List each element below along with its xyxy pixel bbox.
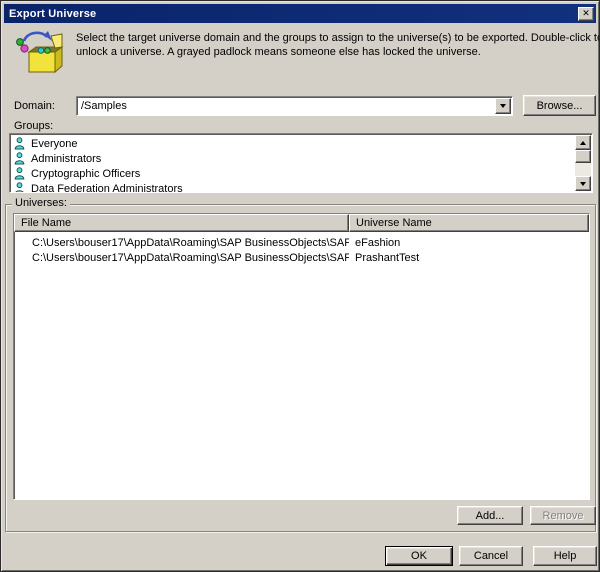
group-item-administrators[interactable]: Administrators — [10, 151, 592, 166]
browse-button[interactable]: Browse... — [523, 95, 596, 116]
universe-name: eFashion — [349, 237, 589, 249]
cancel-button[interactable]: Cancel — [459, 546, 523, 566]
groups-label: Groups: — [14, 120, 53, 132]
export-universe-dialog: Export Universe ✕ Select the target univ… — [0, 0, 600, 572]
group-item-label: Administrators — [31, 153, 101, 165]
export-universe-icon — [14, 29, 64, 77]
user-group-icon — [14, 167, 25, 180]
group-item-label: Data Federation Administrators — [31, 183, 183, 194]
chevron-down-icon — [500, 104, 506, 108]
universe-file-name: C:\Users\bouser17\AppData\Roaming\SAP Bu… — [14, 237, 349, 249]
user-group-icon — [14, 152, 25, 165]
scrollbar-thumb[interactable] — [575, 150, 591, 163]
group-item-label: Everyone — [31, 138, 77, 150]
universes-groupbox: Universes: File Name Universe Name C:\Us… — [5, 204, 596, 532]
titlebar[interactable]: Export Universe ✕ — [4, 4, 596, 23]
domain-label: Domain: — [14, 100, 55, 112]
ok-button[interactable]: OK — [385, 546, 453, 566]
universe-row-prashanttest[interactable]: C:\Users\bouser17\AppData\Roaming\SAP Bu… — [14, 250, 589, 265]
help-button[interactable]: Help — [533, 546, 597, 566]
group-item-data-federation-administrators[interactable]: Data Federation Administrators — [10, 181, 592, 193]
user-group-icon — [14, 137, 25, 150]
remove-button[interactable]: Remove — [530, 506, 596, 525]
close-icon[interactable]: ✕ — [578, 7, 594, 21]
window-title: Export Universe — [9, 8, 578, 20]
groups-scrollbar[interactable] — [575, 135, 591, 191]
universes-label: Universes: — [12, 197, 70, 209]
description-line-1: Select the target universe domain and th… — [76, 31, 591, 45]
groups-list: Everyone Administrators Cryptographic Of… — [9, 133, 593, 193]
group-item-cryptographic-officers[interactable]: Cryptographic Officers — [10, 166, 592, 181]
scroll-up-icon[interactable] — [575, 135, 591, 150]
column-header-file-name[interactable]: File Name — [14, 214, 349, 232]
universes-list-header: File Name Universe Name — [14, 214, 589, 232]
group-item-everyone[interactable]: Everyone — [10, 136, 592, 151]
add-button[interactable]: Add... — [457, 506, 523, 525]
domain-dropdown-button[interactable] — [495, 98, 511, 114]
user-group-icon — [14, 182, 25, 193]
description-line-2: unlock a universe. A grayed padlock mean… — [76, 45, 591, 59]
dialog-description: Select the target universe domain and th… — [76, 31, 591, 59]
column-header-universe-name[interactable]: Universe Name — [349, 214, 589, 232]
universes-list: File Name Universe Name C:\Users\bouser1… — [13, 213, 590, 500]
universe-row-efashion[interactable]: C:\Users\bouser17\AppData\Roaming\SAP Bu… — [14, 235, 589, 250]
domain-combobox[interactable]: /Samples — [76, 96, 513, 116]
scroll-down-icon[interactable] — [575, 176, 591, 191]
domain-value[interactable]: /Samples — [81, 100, 492, 112]
group-item-label: Cryptographic Officers — [31, 168, 140, 180]
universe-file-name: C:\Users\bouser17\AppData\Roaming\SAP Bu… — [14, 252, 349, 264]
universe-name: PrashantTest — [349, 252, 589, 264]
